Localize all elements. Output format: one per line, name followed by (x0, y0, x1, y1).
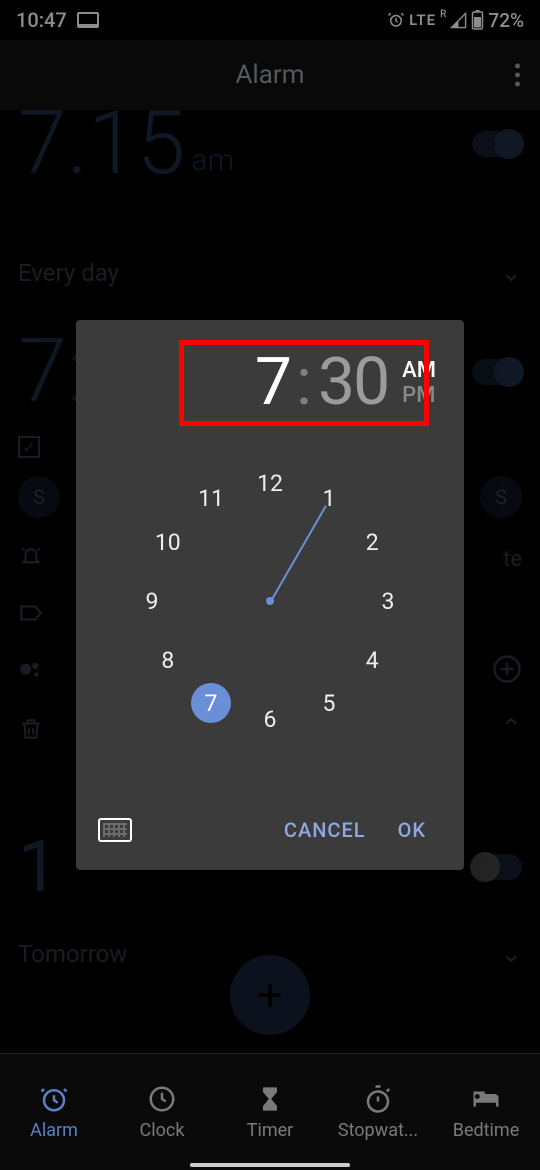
nav-clock[interactable]: Clock (108, 1054, 216, 1170)
clock-number-6[interactable]: 6 (250, 699, 290, 739)
clock-number-9[interactable]: 9 (132, 581, 172, 621)
clock-face[interactable]: 12 12 3 45678 9 1011 (130, 461, 410, 741)
nav-stopwatch[interactable]: Stopwat... (324, 1054, 432, 1170)
picker-minute[interactable]: 30 (318, 344, 388, 421)
clock-number-2[interactable]: 2 (352, 522, 392, 562)
clock-number-1[interactable]: 1 (309, 479, 349, 519)
nav-bedtime[interactable]: Bedtime (432, 1054, 540, 1170)
picker-am[interactable]: AM (402, 358, 436, 383)
nav-alarm[interactable]: Alarm (0, 1054, 108, 1170)
clock-number-11[interactable]: 11 (191, 479, 231, 519)
picker-pm[interactable]: PM (402, 383, 436, 408)
time-display: 7 : 30 AM PM (92, 344, 448, 421)
clock-hand (270, 505, 327, 601)
bed-icon (471, 1084, 501, 1114)
alarm-icon (39, 1084, 69, 1114)
stopwatch-icon (363, 1084, 393, 1114)
time-picker-dialog: 7 : 30 AM PM 121234567891011 CANCEL OK (76, 320, 464, 870)
picker-hour[interactable]: 7 (255, 344, 290, 421)
clock-number-8[interactable]: 8 (148, 640, 188, 680)
clock-number-4[interactable]: 4 (352, 640, 392, 680)
cancel-button[interactable]: CANCEL (268, 808, 382, 852)
clock-icon (147, 1084, 177, 1114)
ok-button[interactable]: OK (382, 808, 442, 852)
clock-number-10[interactable]: 10 (148, 522, 188, 562)
bottom-nav: Alarm Clock Timer Stopwat... Bedtime (0, 1053, 540, 1170)
clock-number-7[interactable]: 7 (191, 683, 231, 723)
hourglass-icon (255, 1084, 285, 1114)
keyboard-input-icon[interactable] (98, 818, 132, 842)
nav-timer[interactable]: Timer (216, 1054, 324, 1170)
home-indicator (190, 1163, 350, 1167)
clock-number-12[interactable]: 12 (250, 463, 290, 503)
clock-number-3[interactable]: 3 (368, 581, 408, 621)
clock-number-5[interactable]: 5 (309, 683, 349, 723)
picker-colon: : (296, 344, 312, 421)
